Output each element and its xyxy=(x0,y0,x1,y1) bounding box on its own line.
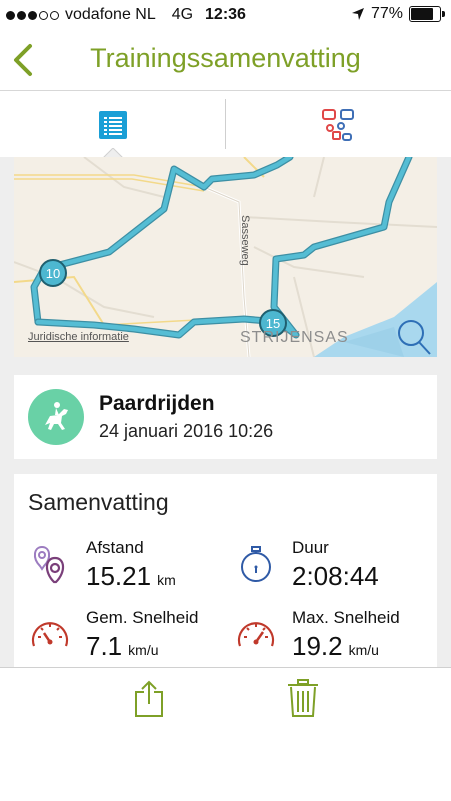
tab-summary-list[interactable] xyxy=(0,91,225,158)
stat-distance-label: Afstand xyxy=(86,538,144,557)
route-map[interactable]: Sasseweg 10 15 Juridische informatie STR… xyxy=(14,157,437,357)
stat-avg-speed: Gem. Snelheid 7.1 km/u xyxy=(28,608,228,667)
delete-button[interactable] xyxy=(285,678,321,718)
stat-distance-value: 15.21 km xyxy=(86,561,176,591)
summary-content[interactable]: Sasseweg 10 15 Juridische informatie STR… xyxy=(0,157,451,667)
status-bar: vodafone NL 4G 12:36 77% xyxy=(0,0,451,30)
battery-icon xyxy=(409,6,445,22)
stat-duration-label: Duur xyxy=(292,538,329,557)
activity-icon-circle xyxy=(28,389,84,445)
view-tabs xyxy=(0,91,451,158)
share-button[interactable] xyxy=(131,678,167,718)
trash-icon xyxy=(288,679,318,717)
route-marker-10[interactable]: 10 xyxy=(39,259,67,287)
stat-avg-speed-value: 7.1 km/u xyxy=(86,631,159,661)
map-canvas: Sasseweg 10 15 xyxy=(14,157,437,357)
stat-duration-value: 2:08:44 xyxy=(292,561,379,591)
list-icon xyxy=(99,111,127,139)
activity-card: Paardrijden 24 januari 2016 10:26 xyxy=(14,375,437,459)
stat-distance: Afstand 15.21 km xyxy=(28,538,228,598)
stopwatch-icon xyxy=(241,546,271,582)
share-icon xyxy=(135,680,163,717)
activity-name: Paardrijden xyxy=(99,392,215,415)
stat-duration: Duur 2:08:44 xyxy=(234,538,434,598)
route-marker-10-label: 10 xyxy=(46,266,60,281)
stat-distance-unit: km xyxy=(157,572,176,588)
stat-max-speed: Max. Snelheid 19.2 km/u xyxy=(234,608,434,667)
navigation-bar: Trainingssamenvatting xyxy=(0,30,451,91)
tab-map-details[interactable] xyxy=(226,91,451,157)
activity-date: 24 januari 2016 10:26 xyxy=(99,421,274,441)
summary-heading: Samenvatting xyxy=(28,489,169,515)
stat-avg-speed-label: Gem. Snelheid xyxy=(86,608,199,627)
status-right: 77% xyxy=(351,5,445,23)
horse-riding-icon xyxy=(45,402,68,430)
stat-max-speed-label: Max. Snelheid xyxy=(292,608,400,627)
speedometer-icon xyxy=(31,622,69,647)
place-label: STRIJENSAS xyxy=(240,329,349,346)
legal-info-link[interactable]: Juridische informatie xyxy=(28,331,129,343)
bottom-toolbar xyxy=(0,667,451,801)
stat-max-speed-value: 19.2 km/u xyxy=(292,631,379,661)
battery-percent: 77% xyxy=(370,5,403,22)
stat-avg-speed-unit: km/u xyxy=(128,642,159,658)
summary-card: Samenvatting Afstand 15.21 km Duur 2:08:4… xyxy=(14,474,437,667)
map-pins-icon xyxy=(322,109,354,141)
speedometer-max-icon xyxy=(237,622,275,647)
location-pins-icon xyxy=(34,545,65,584)
page-title: Trainingssamenvatting xyxy=(90,43,361,73)
location-arrow-icon xyxy=(351,8,364,20)
street-label: Sasseweg xyxy=(239,215,251,266)
stat-max-speed-unit: km/u xyxy=(348,642,379,658)
